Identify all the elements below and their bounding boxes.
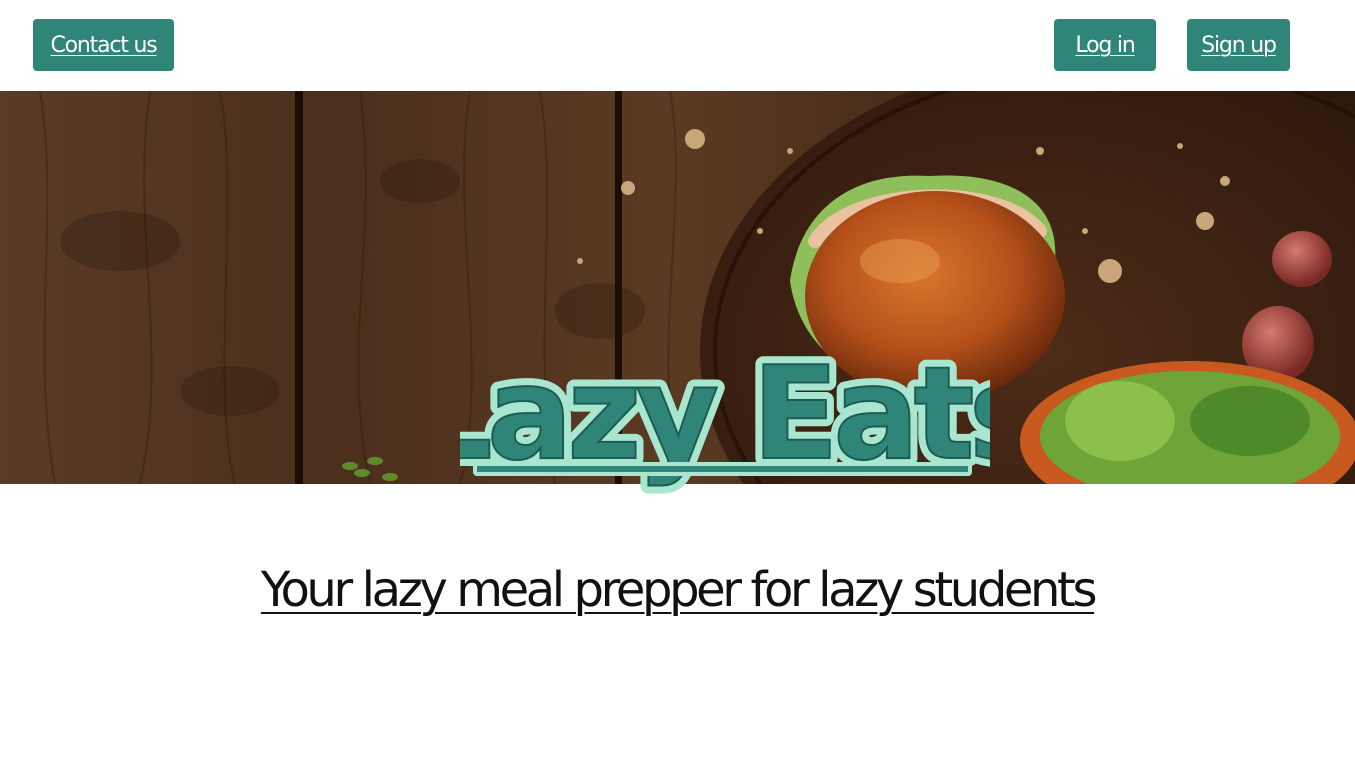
sign-up-button[interactable]: Sign up — [1187, 19, 1290, 71]
log-in-button[interactable]: Log in — [1054, 19, 1156, 71]
lazy-eats-logo: Lazy Eats Lazy Eats — [403, 330, 1053, 510]
tagline: Your lazy meal prepper for lazy students — [260, 562, 1098, 618]
contact-us-button[interactable]: Contact us — [33, 19, 174, 71]
logo-underline — [473, 462, 972, 476]
